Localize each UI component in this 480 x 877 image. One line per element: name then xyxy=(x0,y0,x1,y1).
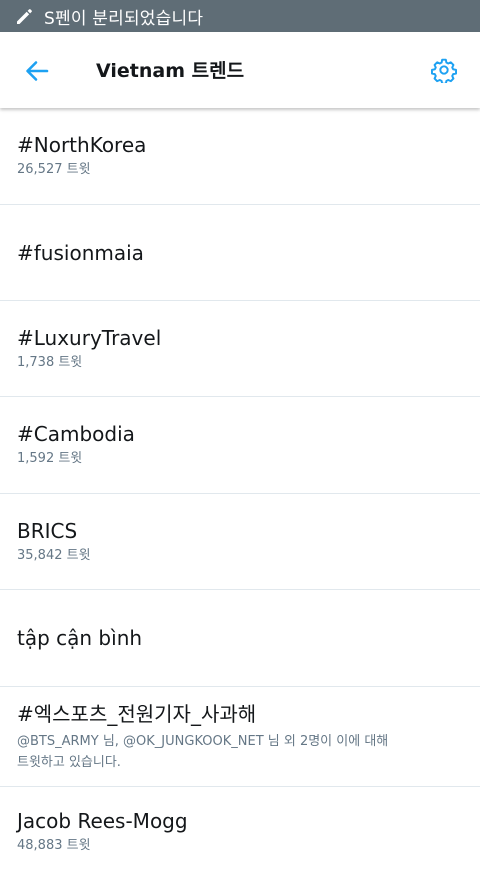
trend-item[interactable]: #엑스포츠_전원기자_사과해 @BTS_ARMY 님, @OK_JUNGKOOK… xyxy=(0,687,480,787)
trend-name: BRICS xyxy=(17,518,78,543)
trend-item[interactable]: BRICS 35,842 트윗 xyxy=(0,494,480,590)
trend-name: Jacob Rees-Mogg xyxy=(17,809,188,833)
trend-context: @BTS_ARMY 님, @OK_JUNGKOOK_NET 님 외 2명이 이에… xyxy=(17,731,463,773)
settings-button[interactable] xyxy=(430,56,458,84)
trend-name: #엑스포츠_전원기자_사과해 xyxy=(17,701,257,726)
trend-tweet-count: 48,883 트윗 xyxy=(17,838,91,853)
trend-context-line: @BTS_ARMY 님, @OK_JUNGKOOK_NET 님 외 2명이 이에… xyxy=(17,733,389,749)
trend-item[interactable]: #LuxuryTravel 1,738 트윗 xyxy=(0,301,480,397)
arrow-left-icon xyxy=(26,61,49,81)
trend-name: #fusionmaia xyxy=(17,240,144,265)
trend-tweet-count: 1,592 트윗 xyxy=(17,451,83,466)
trends-list: #NorthKorea 26,527 트윗 #fusionmaia #Luxur… xyxy=(0,108,480,877)
trend-item[interactable]: Jacob Rees-Mogg 48,883 트윗 xyxy=(0,787,480,877)
status-bar: S펜이 분리되었습니다 xyxy=(0,0,480,32)
trend-name: #NorthKorea xyxy=(17,133,147,157)
trend-name: #Cambodia xyxy=(17,422,135,446)
trend-item[interactable]: #Cambodia 1,592 트윗 xyxy=(0,397,480,494)
trend-name: #LuxuryTravel xyxy=(17,325,162,350)
trend-tweet-count: 1,738 트윗 xyxy=(17,354,83,370)
pen-icon xyxy=(14,6,34,26)
status-message: S펜이 분리되었습니다 xyxy=(44,8,204,29)
trend-context-line: 트윗하고 있습니다. xyxy=(17,754,121,770)
trend-tweet-count: 35,842 트윗 xyxy=(17,547,91,563)
trend-name: tập cận bình xyxy=(17,626,143,650)
app-bar: Vietnam 트렌드 xyxy=(0,32,480,108)
back-button[interactable] xyxy=(22,56,52,86)
trend-item[interactable]: #fusionmaia xyxy=(0,205,480,301)
page-title: Vietnam 트렌드 xyxy=(96,60,245,82)
trend-tweet-count: 26,527 트윗 xyxy=(17,162,91,177)
trend-item[interactable]: #NorthKorea 26,527 트윗 xyxy=(0,108,480,205)
trend-item[interactable]: tập cận bình xyxy=(0,590,480,687)
gear-icon xyxy=(431,58,457,83)
